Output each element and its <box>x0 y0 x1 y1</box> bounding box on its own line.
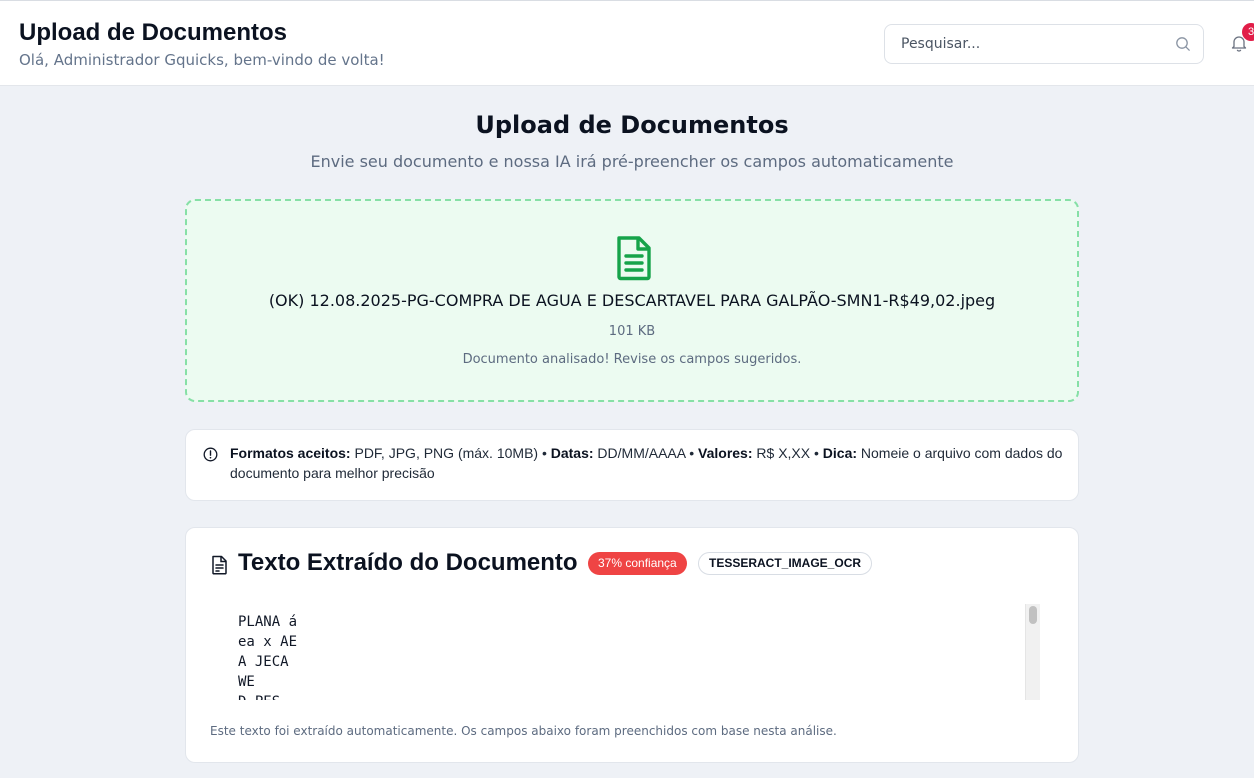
extracted-text-title: Texto Extraído do Documento <box>238 549 578 576</box>
dates-value: DD/MM/AAAA • <box>593 445 699 461</box>
values-value: R$ X,XX • <box>752 445 823 461</box>
dates-label: Datas: <box>550 445 594 461</box>
header-subtitle: Olá, Administrador Gquicks, bem-vindo de… <box>19 51 385 69</box>
scrollbar-thumb[interactable] <box>1029 606 1037 624</box>
ocr-engine-badge: TESSERACT_IMAGE_OCR <box>698 552 873 575</box>
extracted-text-scrollbar[interactable] <box>1025 604 1040 700</box>
header-title: Upload de Documentos <box>19 19 288 46</box>
extracted-text-content: PLANA á ea x AE A JECA WE D.PES <box>238 614 298 700</box>
analysis-status: Documento analisado! Revise os campos su… <box>462 352 802 367</box>
accepted-formats-info: Formatos aceitos: PDF, JPG, PNG (máx. 10… <box>185 429 1079 501</box>
extraction-note: Este texto foi extraído automaticamente.… <box>210 724 837 738</box>
info-icon <box>203 447 218 462</box>
formats-value: PDF, JPG, PNG (máx. 10MB) • <box>350 445 551 461</box>
info-text: Formatos aceitos: PDF, JPG, PNG (máx. 10… <box>230 443 1066 483</box>
notification-badge[interactable]: 3 <box>1242 23 1254 41</box>
document-icon <box>617 236 651 281</box>
tip-label: Dica: <box>822 445 858 461</box>
formats-label: Formatos aceitos: <box>230 445 351 461</box>
upload-dropzone[interactable]: (OK) 12.08.2025-PG-COMPRA DE AGUA E DESC… <box>185 199 1079 402</box>
values-label: Valores: <box>698 445 753 461</box>
extracted-text-card: Texto Extraído do Documento 37% confianç… <box>185 527 1079 763</box>
search-input[interactable] <box>901 25 1161 63</box>
extracted-text-area[interactable]: PLANA á ea x AE A JECA WE D.PES <box>210 604 1040 700</box>
page-subtitle: Envie seu documento e nossa IA irá pré-p… <box>310 152 954 171</box>
search-box[interactable] <box>884 24 1204 64</box>
confidence-badge: 37% confiança <box>588 552 687 575</box>
search-icon[interactable] <box>1175 36 1191 52</box>
top-header: Upload de Documentos Olá, Administrador … <box>0 0 1254 86</box>
uploaded-file-size: 101 KB <box>608 324 656 339</box>
file-text-icon <box>212 555 227 575</box>
page-title: Upload de Documentos <box>475 111 789 139</box>
uploaded-file-name: (OK) 12.08.2025-PG-COMPRA DE AGUA E DESC… <box>268 291 996 310</box>
